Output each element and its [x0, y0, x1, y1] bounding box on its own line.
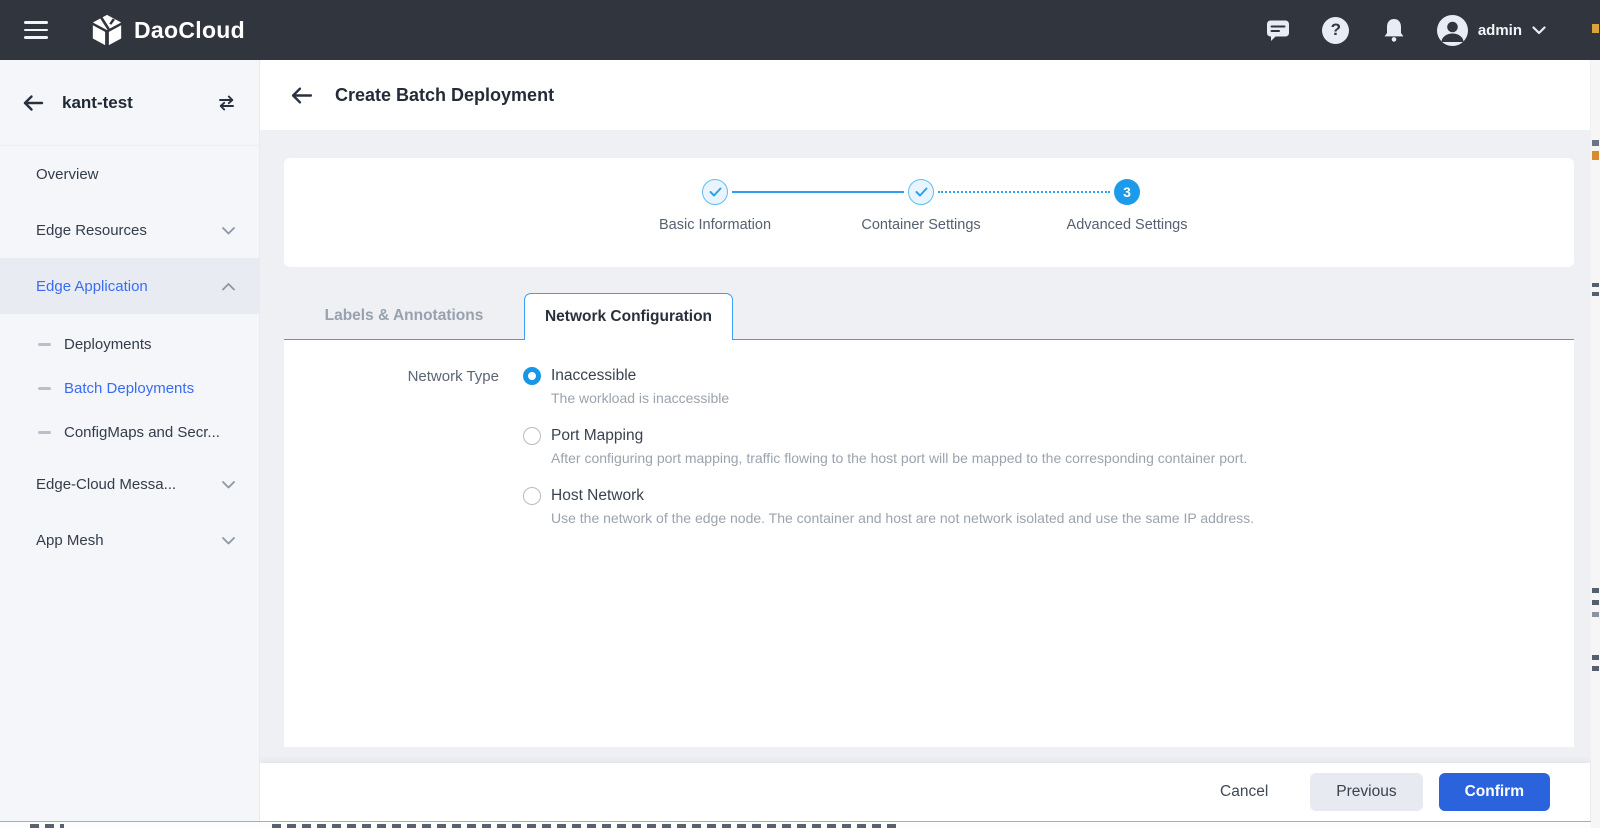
sidebar-subgroup: Deployments Batch Deployments ConfigMaps… [0, 314, 259, 456]
step-advanced-settings: 3 Advanced Settings [1024, 179, 1230, 233]
step-done-check-icon [702, 179, 728, 205]
sidebar-header: kant-test [0, 60, 259, 146]
wizard-stepper: Basic Information Container Settings 3 A… [284, 158, 1574, 267]
chevron-down-icon [222, 532, 235, 549]
workspace-name: kant-test [62, 92, 133, 112]
switch-workspace-icon[interactable] [216, 93, 237, 113]
help-icon[interactable]: ? [1321, 15, 1351, 45]
hamburger-menu-icon[interactable] [24, 21, 48, 39]
step-label: Container Settings [861, 217, 981, 233]
user-name: admin [1477, 21, 1522, 39]
radio-description: After configuring port mapping, traffic … [551, 450, 1248, 466]
chevron-down-icon [222, 222, 235, 239]
sidebar-item-edge-application[interactable]: Edge Application [0, 258, 259, 314]
sidebar-item-label: Edge-Cloud Messa... [36, 475, 177, 493]
tab-bar: Labels & Annotations Network Configurati… [284, 293, 1574, 340]
brand-logo[interactable]: DaoCloud [90, 13, 245, 47]
sidebar-item-label: App Mesh [36, 531, 104, 549]
radio-label[interactable]: Host Network [551, 487, 644, 505]
page-header: Create Batch Deployment [260, 60, 1590, 130]
radio-host-network[interactable]: Host Network [523, 487, 1254, 505]
sidebar-item-batch-deployments[interactable]: Batch Deployments [0, 366, 259, 410]
step-basic-information: Basic Information [612, 179, 818, 233]
dash-icon [38, 430, 51, 434]
brand-name: DaoCloud [134, 16, 245, 43]
tab-network-configuration[interactable]: Network Configuration [524, 293, 733, 340]
bell-icon[interactable] [1379, 15, 1409, 45]
back-icon[interactable] [22, 94, 44, 112]
sidebar-item-label: Edge Resources [36, 221, 147, 239]
sidebar-item-label: Batch Deployments [64, 379, 195, 397]
tab-labels-annotations[interactable]: Labels & Annotations [284, 293, 524, 339]
step-label: Advanced Settings [1066, 217, 1188, 233]
back-icon[interactable] [290, 86, 313, 105]
sidebar-item-edge-cloud-message[interactable]: Edge-Cloud Messa... [0, 456, 259, 512]
dash-icon [38, 342, 51, 346]
network-type-options: Inaccessible The workload is inaccessibl… [523, 367, 1254, 747]
sidebar-item-configmaps-secrets[interactable]: ConfigMaps and Secr... [0, 410, 259, 454]
radio-unselected-icon[interactable] [523, 427, 541, 445]
radio-label[interactable]: Port Mapping [551, 427, 643, 445]
option-inaccessible: Inaccessible The workload is inaccessibl… [523, 367, 1254, 406]
chevron-down-icon [222, 476, 235, 493]
option-host-network: Host Network Use the network of the edge… [523, 487, 1254, 526]
sidebar-item-app-mesh[interactable]: App Mesh [0, 512, 259, 568]
page-title: Create Batch Deployment [335, 84, 555, 105]
step-label: Basic Information [658, 217, 772, 233]
network-type-label: Network Type [407, 368, 499, 385]
confirm-button[interactable]: Confirm [1438, 773, 1550, 811]
radio-description: Use the network of the edge node. The co… [551, 510, 1255, 526]
user-menu[interactable]: admin [1436, 14, 1546, 46]
chat-icon[interactable] [1263, 15, 1293, 45]
previous-button[interactable]: Previous [1310, 773, 1423, 811]
top-navigation-bar: DaoCloud ? admin [0, 0, 1600, 60]
chevron-down-icon [1532, 25, 1546, 34]
sidebar-item-deployments[interactable]: Deployments [0, 322, 259, 366]
radio-port-mapping[interactable]: Port Mapping [523, 427, 1254, 445]
avatar [1436, 14, 1468, 46]
option-port-mapping: Port Mapping After configuring port mapp… [523, 427, 1254, 466]
sidebar-item-label: Deployments [64, 335, 152, 353]
tab-label: Labels & Annotations [324, 307, 484, 324]
radio-selected-icon[interactable] [523, 367, 541, 385]
radio-description: The workload is inaccessible [551, 390, 730, 406]
radio-inaccessible[interactable]: Inaccessible [523, 367, 1254, 385]
chevron-up-icon [222, 278, 235, 295]
sidebar: kant-test Overview Edge Resources Edge A… [0, 60, 260, 828]
daocloud-cube-icon [92, 14, 122, 46]
clipped-background-text-strip [0, 821, 1600, 828]
sidebar-item-label: Overview [36, 165, 99, 183]
network-configuration-panel: Network Type Inaccessible The workload i… [284, 340, 1574, 747]
dash-icon [38, 386, 51, 390]
sidebar-item-label: ConfigMaps and Secr... [64, 423, 220, 441]
sidebar-item-overview[interactable]: Overview [0, 146, 259, 202]
step-number-badge: 3 [1114, 179, 1140, 205]
topbar-actions: ? admin [1263, 14, 1600, 46]
tab-label: Network Configuration [544, 308, 713, 325]
radio-label[interactable]: Inaccessible [551, 367, 636, 385]
background-window-sliver [1591, 0, 1600, 828]
radio-unselected-icon[interactable] [523, 487, 541, 505]
main-content: Create Batch Deployment Basic Informatio… [260, 60, 1590, 828]
wizard-footer: Cancel Previous Confirm [260, 763, 1590, 821]
sidebar-item-label: Edge Application [36, 277, 148, 295]
cancel-button[interactable]: Cancel [1206, 774, 1282, 810]
step-done-check-icon [908, 179, 934, 205]
step-container-settings: Container Settings [818, 179, 1024, 233]
sidebar-item-edge-resources[interactable]: Edge Resources [0, 202, 259, 258]
